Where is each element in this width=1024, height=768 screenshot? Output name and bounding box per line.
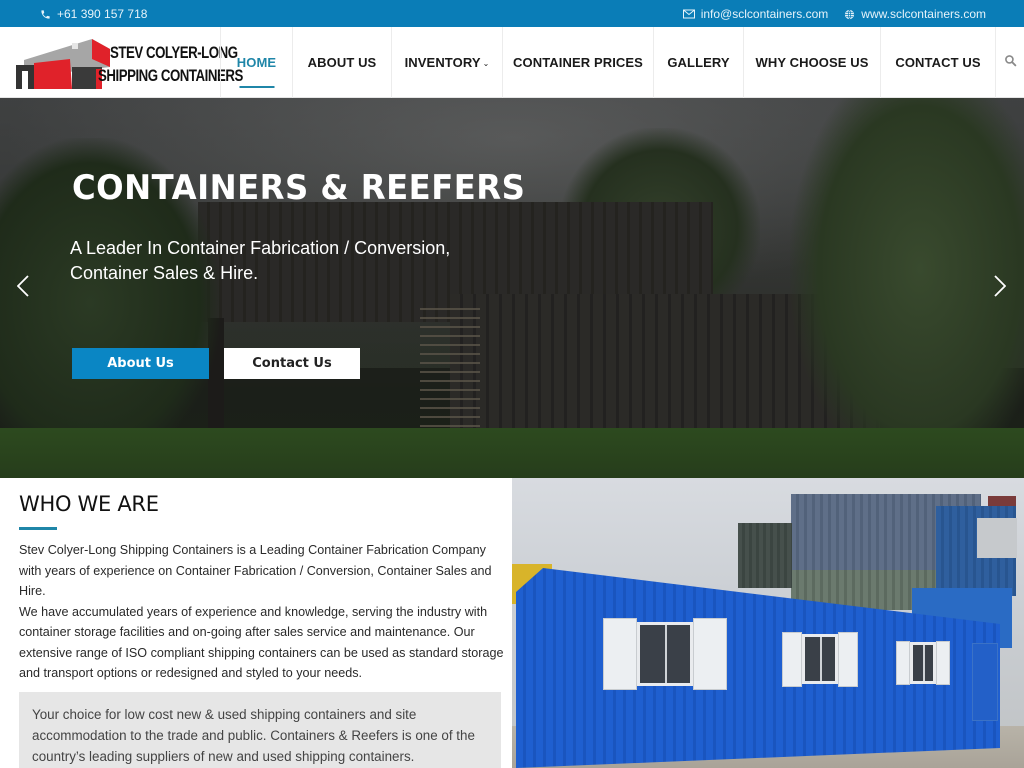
chevron-down-icon: ⌄ bbox=[482, 59, 490, 68]
search-icon bbox=[1004, 54, 1017, 72]
heading-underline bbox=[19, 527, 57, 530]
slider-next-button[interactable] bbox=[990, 274, 1010, 302]
nav-container-prices[interactable]: CONTAINER PRICES bbox=[502, 27, 653, 98]
nav-about-us-label: ABOUT US bbox=[307, 55, 377, 70]
intro-paragraph: Stev Colyer-Long Shipping Containers is … bbox=[19, 543, 492, 598]
phone-icon bbox=[40, 9, 51, 20]
site-logo[interactable]: STEV COLYER-LONG SHIPPING CONTAINERS bbox=[14, 35, 243, 90]
photo-door bbox=[972, 643, 998, 721]
email-link[interactable]: info@sclcontainers.com bbox=[701, 7, 829, 21]
phone-contact[interactable]: +61 390 157 718 bbox=[40, 7, 147, 21]
nav-container-prices-label: CONTAINER PRICES bbox=[513, 55, 643, 70]
nav-inventory-label: INVENTORY bbox=[404, 55, 481, 70]
about-us-button[interactable]: About Us bbox=[72, 348, 209, 379]
hero-background-grass bbox=[0, 428, 1024, 478]
section-heading: WHO WE ARE bbox=[19, 492, 159, 516]
website-link[interactable]: www.sclcontainers.com bbox=[861, 7, 986, 21]
hero-slider: CONTAINERS & REEFERS A Leader In Contain… bbox=[0, 98, 1024, 478]
hero-subtitle: A Leader In Container Fabrication / Conv… bbox=[70, 238, 451, 283]
envelope-icon bbox=[682, 9, 695, 19]
who-we-are-section: WHO WE ARE Stev Colyer-Long Shipping Con… bbox=[0, 478, 512, 768]
section-body: Stev Colyer-Long Shipping Containers is … bbox=[19, 540, 505, 684]
hero-title: CONTAINERS & REEFERS bbox=[72, 168, 526, 208]
container-office-photo bbox=[512, 478, 1024, 768]
slider-prev-button[interactable] bbox=[13, 274, 33, 302]
photo-window bbox=[896, 641, 950, 685]
nav-contact-us-label: CONTACT US bbox=[895, 55, 981, 70]
nav-why-choose-us[interactable]: WHY CHOOSE US bbox=[743, 27, 880, 98]
hero-background-stairs bbox=[420, 308, 480, 438]
phone-number: +61 390 157 718 bbox=[57, 7, 148, 21]
hero-background-tree-right bbox=[790, 98, 1024, 478]
email-contact[interactable]: info@sclcontainers.com bbox=[682, 7, 829, 21]
site-header: STEV COLYER-LONG SHIPPING CONTAINERS HOM… bbox=[0, 27, 1024, 98]
contact-us-button[interactable]: Contact Us bbox=[224, 348, 360, 379]
nav-why-choose-us-label: WHY CHOOSE US bbox=[755, 55, 869, 70]
search-button[interactable] bbox=[995, 27, 1024, 98]
nav-contact-us[interactable]: CONTACT US bbox=[880, 27, 995, 98]
photo-container-white bbox=[977, 518, 1017, 558]
nav-inventory[interactable]: INVENTORY ⌄ bbox=[391, 27, 502, 98]
chevron-right-icon bbox=[994, 274, 1007, 302]
nav-gallery-label: GALLERY bbox=[667, 55, 730, 70]
top-contact-bar: +61 390 157 718 info@sclcontainers.com w… bbox=[0, 0, 1024, 27]
main-nav: HOME ABOUT US INVENTORY ⌄ CONTAINER PRIC… bbox=[220, 27, 995, 98]
globe-icon bbox=[844, 9, 855, 20]
photo-container-dark-green bbox=[738, 523, 792, 588]
website-contact[interactable]: www.sclcontainers.com bbox=[844, 7, 986, 21]
nav-home[interactable]: HOME bbox=[220, 27, 292, 98]
highlight-quote: Your choice for low cost new & used ship… bbox=[19, 692, 501, 768]
nav-gallery[interactable]: GALLERY bbox=[653, 27, 743, 98]
nav-home-label: HOME bbox=[236, 55, 277, 70]
photo-window bbox=[782, 632, 858, 687]
chevron-left-icon bbox=[16, 274, 29, 302]
active-indicator bbox=[239, 86, 274, 88]
logo-line-1: STEV COLYER-LONG bbox=[110, 43, 238, 62]
experience-paragraph: We have accumulated years of experience … bbox=[19, 604, 504, 681]
nav-about-us[interactable]: ABOUT US bbox=[292, 27, 391, 98]
photo-window bbox=[603, 618, 727, 690]
